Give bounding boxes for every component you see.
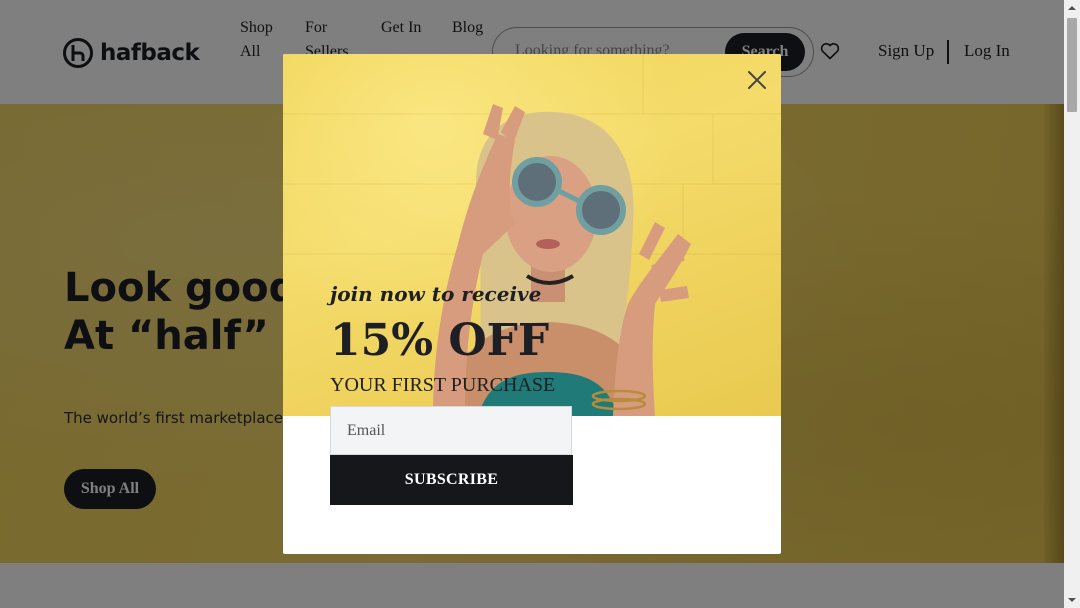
scroll-up-arrow-icon[interactable]	[1064, 0, 1080, 16]
promo-modal: join now to receive 15% OFF YOUR FIRST P…	[283, 54, 781, 554]
promo-lead-text: join now to receive	[330, 282, 542, 306]
scroll-down-arrow-icon[interactable]	[1064, 592, 1080, 608]
promo-offer-text: 15% OFF	[330, 315, 550, 366]
email-field[interactable]	[330, 406, 572, 455]
subscribe-button[interactable]: SUBSCRIBE	[330, 455, 573, 505]
scrollbar-thumb[interactable]	[1067, 18, 1077, 112]
promo-subtitle: YOUR FIRST PURCHASE	[330, 374, 556, 396]
vertical-scrollbar[interactable]	[1064, 0, 1080, 608]
close-icon[interactable]	[745, 68, 769, 92]
